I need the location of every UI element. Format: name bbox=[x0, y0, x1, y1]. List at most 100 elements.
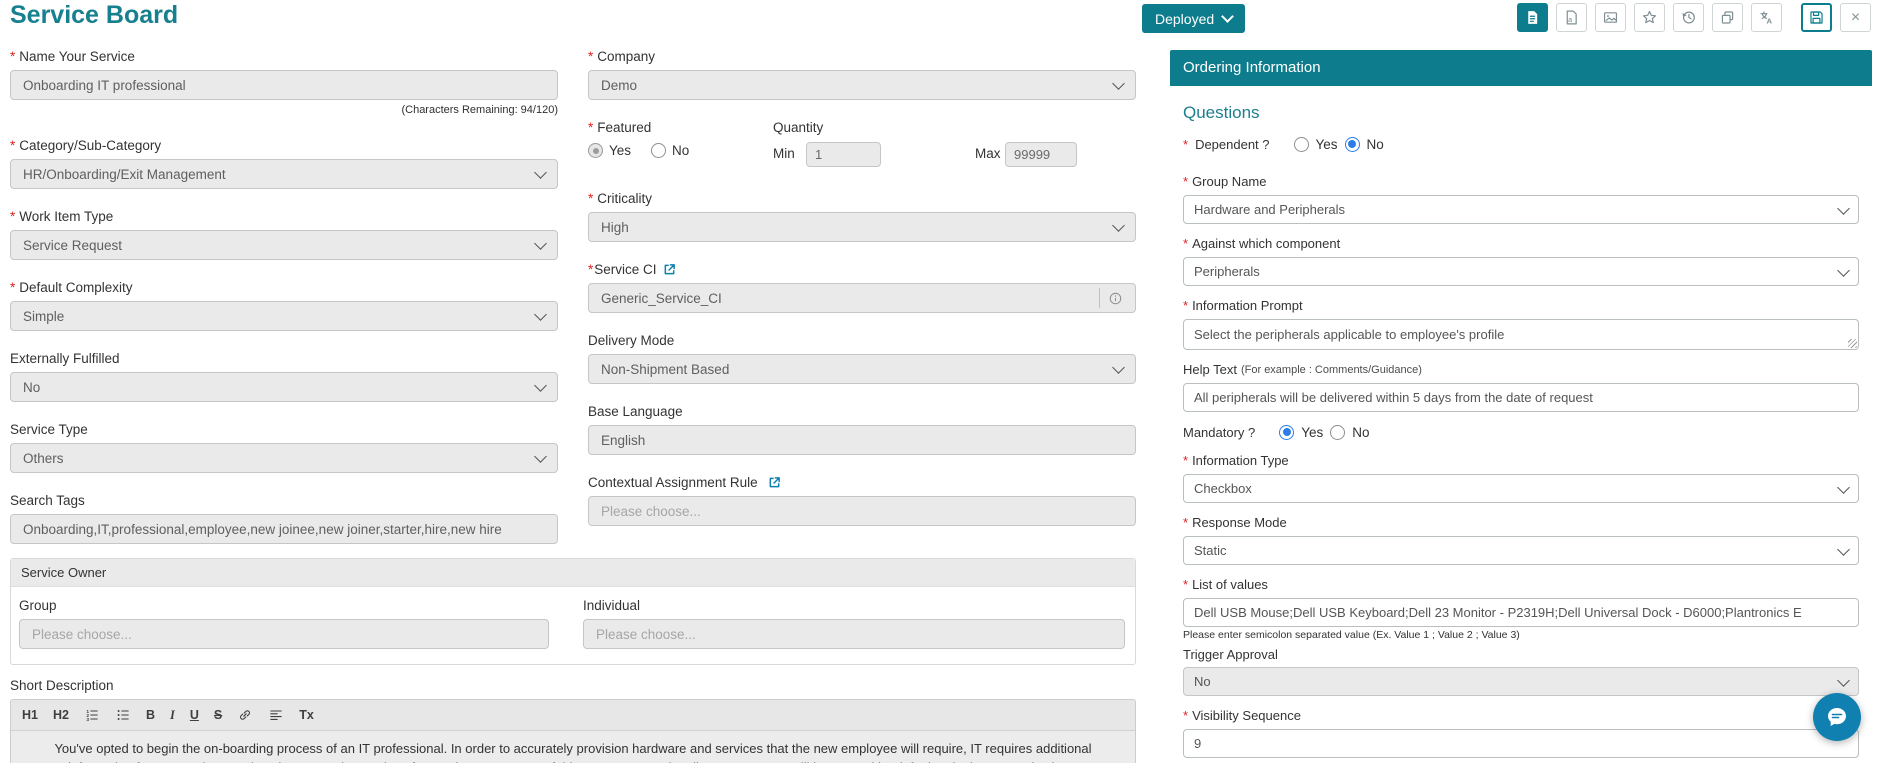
company-select[interactable]: Demo bbox=[588, 70, 1136, 100]
favorite-button[interactable] bbox=[1634, 3, 1665, 32]
contextual-rule-external-link-icon[interactable] bbox=[768, 476, 781, 489]
required-marker: * bbox=[1183, 577, 1189, 592]
featured-label: Featured bbox=[597, 120, 652, 135]
mandatory-yes-radio[interactable] bbox=[1279, 424, 1295, 440]
chevron-down-icon bbox=[1221, 10, 1235, 23]
svg-text:3: 3 bbox=[86, 717, 89, 723]
status-dropdown-button[interactable]: Deployed bbox=[1142, 4, 1246, 33]
left-column: * Name Your Service Onboarding IT profess… bbox=[10, 0, 1136, 763]
quantity-min-input[interactable]: 1 bbox=[806, 142, 881, 167]
copy-button[interactable] bbox=[1712, 3, 1743, 32]
search-tags-label: Search Tags bbox=[10, 493, 85, 508]
featured-yes-radio[interactable] bbox=[588, 143, 603, 158]
list-of-values-input[interactable]: Dell USB Mouse;Dell USB Keyboard;Dell 23… bbox=[1183, 598, 1859, 627]
category-label: Category/Sub-Category bbox=[19, 138, 162, 153]
owner-individual-field: Individual Please choose... bbox=[583, 597, 1125, 649]
information-prompt-textarea[interactable]: Select the peripherals applicable to emp… bbox=[1183, 319, 1859, 350]
component-select[interactable]: Peripherals bbox=[1183, 257, 1859, 286]
service-board-page: Service Board Deployed a A × * Name Your… bbox=[0, 0, 1879, 763]
delivery-mode-label: Delivery Mode bbox=[588, 333, 675, 348]
link-button[interactable] bbox=[237, 707, 253, 723]
owner-individual-input[interactable]: Please choose... bbox=[583, 619, 1125, 649]
rich-text-toolbar: H1 H2 123 B I U S Tx bbox=[11, 700, 1135, 731]
required-marker: * bbox=[1183, 136, 1189, 152]
heading1-button[interactable]: H1 bbox=[22, 708, 38, 722]
mandatory-no-radio[interactable] bbox=[1330, 424, 1346, 440]
externally-fulfilled-select[interactable]: No bbox=[10, 372, 558, 402]
dependent-no-radio[interactable] bbox=[1344, 136, 1360, 152]
history-icon bbox=[1682, 11, 1695, 24]
required-marker: * bbox=[1183, 236, 1189, 251]
preview-document-button[interactable]: a bbox=[1556, 3, 1587, 32]
featured-quantity-row: * Featured Yes No Quantity Min 1 Max 9999… bbox=[588, 119, 1136, 171]
document-details-button[interactable] bbox=[1517, 3, 1548, 32]
ordered-list-button[interactable]: 123 bbox=[84, 707, 100, 723]
quantity-field: Quantity Min 1 Max 99999 bbox=[773, 119, 1136, 167]
default-complexity-field: * Default Complexity Simple bbox=[10, 279, 558, 331]
quantity-max-input[interactable]: 99999 bbox=[1005, 142, 1077, 167]
strikethrough-button[interactable]: S bbox=[214, 708, 222, 722]
svg-text:a: a bbox=[1568, 15, 1573, 24]
response-mode-select[interactable]: Static bbox=[1183, 536, 1859, 565]
required-marker: * bbox=[1183, 453, 1189, 468]
short-description-text[interactable]: You've opted to begin the on-boarding pr… bbox=[11, 731, 1135, 763]
align-button[interactable] bbox=[268, 707, 284, 723]
owner-group-input[interactable]: Please choose... bbox=[19, 619, 549, 649]
heading2-button[interactable]: H2 bbox=[53, 708, 69, 722]
owner-individual-label: Individual bbox=[583, 598, 641, 613]
history-button[interactable] bbox=[1673, 3, 1704, 32]
document-icon bbox=[1528, 11, 1538, 24]
image-gallery-button[interactable] bbox=[1595, 3, 1626, 32]
base-language-input[interactable]: English bbox=[588, 425, 1136, 455]
search-tags-input[interactable]: Onboarding,IT,professional,employee,new … bbox=[10, 514, 558, 544]
help-text-input[interactable]: All peripherals will be delivered within… bbox=[1183, 383, 1859, 412]
company-label: Company bbox=[597, 49, 656, 64]
externally-fulfilled-field: Externally Fulfilled No bbox=[10, 350, 558, 402]
contextual-rule-input[interactable]: Please choose... bbox=[588, 496, 1136, 526]
service-owner-title: Service Owner bbox=[11, 559, 1135, 587]
short-description-field: Short Description H1 H2 123 B I U S Tx Y… bbox=[10, 677, 1136, 763]
list-of-values-hint: Please enter semicolon separated value (… bbox=[1183, 629, 1520, 641]
close-button[interactable]: × bbox=[1840, 3, 1871, 32]
category-select[interactable]: HR/Onboarding/Exit Management bbox=[10, 159, 558, 189]
chevron-down-icon bbox=[1112, 361, 1125, 374]
information-type-select[interactable]: Checkbox bbox=[1183, 474, 1859, 503]
translate-icon: A bbox=[1760, 11, 1773, 25]
bullet-list-icon bbox=[117, 710, 129, 720]
default-complexity-select[interactable]: Simple bbox=[10, 301, 558, 331]
name-service-input[interactable]: Onboarding IT professional bbox=[10, 70, 558, 100]
resize-handle[interactable] bbox=[1848, 339, 1857, 348]
trigger-approval-select[interactable]: No bbox=[1183, 667, 1859, 696]
chevron-down-icon bbox=[534, 166, 547, 179]
group-name-select[interactable]: Hardware and Peripherals bbox=[1183, 195, 1859, 224]
required-marker: * bbox=[10, 280, 16, 295]
service-ci-input[interactable]: Generic_Service_CI bbox=[588, 283, 1136, 313]
bullet-list-button[interactable] bbox=[115, 707, 131, 723]
service-type-field: Service Type Others bbox=[10, 421, 558, 473]
underline-button[interactable]: U bbox=[190, 708, 199, 722]
visibility-sequence-input[interactable]: 9 bbox=[1183, 729, 1859, 758]
service-ci-external-link-icon[interactable] bbox=[663, 263, 676, 276]
italic-button[interactable]: I bbox=[170, 708, 175, 723]
status-label: Deployed bbox=[1155, 10, 1215, 27]
info-icon[interactable] bbox=[1108, 291, 1123, 306]
service-ci-field: * Service CI Generic_Service_CI bbox=[588, 261, 1136, 313]
service-type-select[interactable]: Others bbox=[10, 443, 558, 473]
name-service-field: * Name Your Service Onboarding IT profess… bbox=[10, 48, 558, 116]
translate-button[interactable]: A bbox=[1751, 3, 1782, 32]
save-button[interactable] bbox=[1801, 3, 1832, 32]
top-toolbar: a A × bbox=[1517, 3, 1871, 32]
work-item-type-select[interactable]: Service Request bbox=[10, 230, 558, 260]
bold-button[interactable]: B bbox=[146, 708, 155, 722]
dependent-yes-radio[interactable] bbox=[1293, 136, 1309, 152]
contextual-rule-label: Contextual Assignment Rule bbox=[588, 475, 758, 490]
clear-format-button[interactable]: Tx bbox=[299, 708, 314, 722]
featured-no-radio[interactable] bbox=[651, 143, 667, 158]
delivery-mode-select[interactable]: Non-Shipment Based bbox=[588, 354, 1136, 384]
work-item-type-field: * Work Item Type Service Request bbox=[10, 208, 558, 260]
visibility-sequence-field: * Visibility Sequence 9 bbox=[1183, 707, 1859, 758]
chat-launcher-button[interactable] bbox=[1813, 693, 1861, 741]
required-marker: * bbox=[1183, 708, 1189, 723]
criticality-select[interactable]: High bbox=[588, 212, 1136, 242]
save-icon bbox=[1810, 11, 1823, 24]
